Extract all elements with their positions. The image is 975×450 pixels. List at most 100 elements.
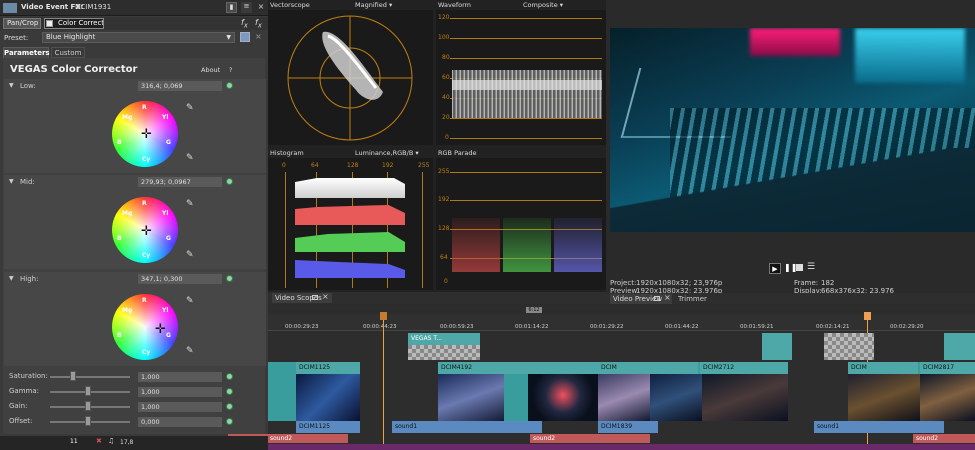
sound-clip[interactable]: sound2: [913, 434, 975, 443]
video-clip-thumb: [848, 374, 920, 421]
project-label: Project:: [610, 279, 637, 287]
ruler-time: 00:01:14:22: [515, 324, 549, 330]
low-value-field[interactable]: 316,4; 0,069: [138, 81, 222, 91]
gamma-value[interactable]: 1,000: [138, 387, 222, 397]
gain-value[interactable]: 1,000: [138, 402, 222, 412]
overlay-clip-4[interactable]: [944, 333, 975, 360]
tab-parameters[interactable]: Parameters: [3, 47, 50, 58]
gain-slider-knob[interactable]: [85, 401, 92, 411]
chain-plugin-color-corrector[interactable]: Color Corrector: [44, 18, 104, 29]
loop-marker-left[interactable]: [380, 312, 387, 320]
plugin-enable-checkbox[interactable]: [46, 20, 53, 27]
saturation-slider-knob[interactable]: [70, 371, 77, 381]
histogram-green: [295, 232, 405, 252]
list-view-button[interactable]: ≡: [241, 2, 252, 13]
gamma-slider-knob[interactable]: [85, 386, 92, 396]
mid-crosshair-icon[interactable]: ✛: [141, 225, 152, 238]
saturation-reset-button[interactable]: [226, 373, 233, 380]
chain-view-button[interactable]: ▮: [226, 2, 237, 13]
gamma-reset-button[interactable]: [226, 388, 233, 395]
mid-expand-icon[interactable]: ▼: [9, 178, 14, 185]
vectorscope-display: [268, 10, 433, 145]
ruler-time: 00:02:14:21: [816, 324, 850, 330]
stop-button[interactable]: [796, 264, 803, 271]
audio-clip[interactable]: sound1: [392, 421, 542, 433]
high-reset-button[interactable]: [226, 275, 233, 282]
overlay-clip-3[interactable]: [824, 333, 874, 360]
track-fx-icon[interactable]: ✖: [96, 437, 102, 445]
preset-dropdown[interactable]: Blue Highlight ▼: [42, 32, 235, 43]
tab-video-preview[interactable]: Video Preview: [610, 294, 672, 304]
ruler-time: 00:01:59:21: [740, 324, 774, 330]
mid-wheel-r: R: [142, 200, 147, 207]
overlay-clip-2[interactable]: [762, 333, 792, 360]
preview-close-icon[interactable]: ×: [664, 293, 671, 302]
title-clip[interactable]: VEGAS T...: [408, 333, 480, 345]
saturation-slider[interactable]: [50, 376, 130, 378]
high-color-wheel[interactable]: R Mg B Cy G Yl ✛: [112, 294, 178, 360]
audio-clip[interactable]: DCIM1125: [296, 421, 360, 433]
save-preset-icon[interactable]: [240, 32, 250, 42]
chain-plugin-pan-crop[interactable]: Pan/Crop: [3, 18, 41, 29]
fx-icon[interactable]: fx: [241, 18, 248, 30]
video-clip[interactable]: DCIM DCIM2817: [848, 362, 975, 421]
offset-slider-knob[interactable]: [85, 416, 92, 426]
low-crosshair-icon[interactable]: ✛: [141, 128, 152, 141]
preview-dock-bar: Video Preview × Trimmer: [606, 293, 975, 304]
mid-color-wheel[interactable]: R Mg B Cy G Yl ✛: [112, 197, 178, 263]
low-wheel-mg: Mg: [122, 114, 133, 121]
high-eyedropper-pick-icon[interactable]: ✎: [186, 346, 194, 356]
mid-wheel-cy: Cy: [142, 252, 151, 259]
mid-reset-button[interactable]: [226, 178, 233, 185]
scopes-window-icon[interactable]: [312, 295, 318, 300]
high-expand-icon[interactable]: ▼: [9, 275, 14, 282]
low-reset-button[interactable]: [226, 82, 233, 89]
gain-reset-button[interactable]: [226, 403, 233, 410]
video-clip-header: DCIM2817: [920, 362, 975, 374]
mid-value-field[interactable]: 279,93; 0,0967: [138, 177, 222, 187]
tab-custom[interactable]: Custom: [51, 47, 85, 58]
delete-preset-icon[interactable]: ×: [255, 32, 262, 41]
playhead-line[interactable]: [383, 320, 384, 450]
parade-blue: [554, 218, 602, 272]
fx-plugin-icon[interactable]: fx: [255, 18, 262, 30]
about-link[interactable]: About: [201, 66, 220, 74]
low-eyedropper-icon[interactable]: ✎: [186, 103, 194, 113]
frame-label: Frame:: [794, 279, 819, 287]
audio-clip[interactable]: DCIM1839: [598, 421, 658, 433]
low-wheel-b: B: [117, 139, 122, 146]
low-color-wheel[interactable]: R Mg B Cy G Yl ✛: [112, 101, 178, 167]
loop-marker-right[interactable]: [864, 312, 871, 320]
high-crosshair-icon[interactable]: ✛: [155, 323, 166, 336]
tab-trimmer[interactable]: Trimmer: [678, 295, 707, 303]
menu-icon[interactable]: ☰: [807, 262, 815, 272]
mid-eyedropper-icon[interactable]: ✎: [186, 199, 194, 209]
histogram-tick: 128: [347, 162, 359, 169]
waveform-tick: 80: [442, 54, 450, 61]
video-clip[interactable]: DCIM DCIM2712: [598, 362, 788, 421]
preview-window-icon[interactable]: [654, 296, 660, 301]
low-eyedropper-pick-icon[interactable]: ✎: [186, 153, 194, 163]
track-mute-icon[interactable]: ♫: [108, 437, 114, 445]
low-expand-icon[interactable]: ▼: [9, 82, 14, 89]
parade-gridline: [450, 200, 602, 201]
saturation-value[interactable]: 1,000: [138, 372, 222, 382]
histogram-mode-dropdown[interactable]: Luminance,RGB/B ▾: [355, 148, 419, 158]
video-clip[interactable]: DCIM4192: [438, 362, 598, 421]
sound-clip[interactable]: sound2: [530, 434, 650, 443]
offset-reset-button[interactable]: [226, 418, 233, 425]
close-icon[interactable]: ×: [256, 2, 266, 13]
play-button[interactable]: ▶: [769, 263, 781, 274]
vectorscope-mode-dropdown[interactable]: Magnified ▾: [355, 0, 392, 10]
help-button[interactable]: ?: [229, 66, 232, 74]
scopes-close-icon[interactable]: ×: [322, 292, 329, 301]
offset-value[interactable]: 0,000: [138, 417, 222, 427]
waveform-mode-dropdown[interactable]: Composite ▾: [523, 0, 563, 10]
high-value-field[interactable]: 347,1; 0,300: [138, 274, 222, 284]
high-eyedropper-icon[interactable]: ✎: [186, 296, 194, 306]
timeline-marker-flag[interactable]: 6:12: [526, 307, 542, 313]
mid-eyedropper-pick-icon[interactable]: ✎: [186, 250, 194, 260]
video-clip[interactable]: DCIM1125: [268, 362, 360, 421]
audio-clip[interactable]: sound1: [814, 421, 944, 433]
offset-label: Offset:: [9, 417, 33, 425]
